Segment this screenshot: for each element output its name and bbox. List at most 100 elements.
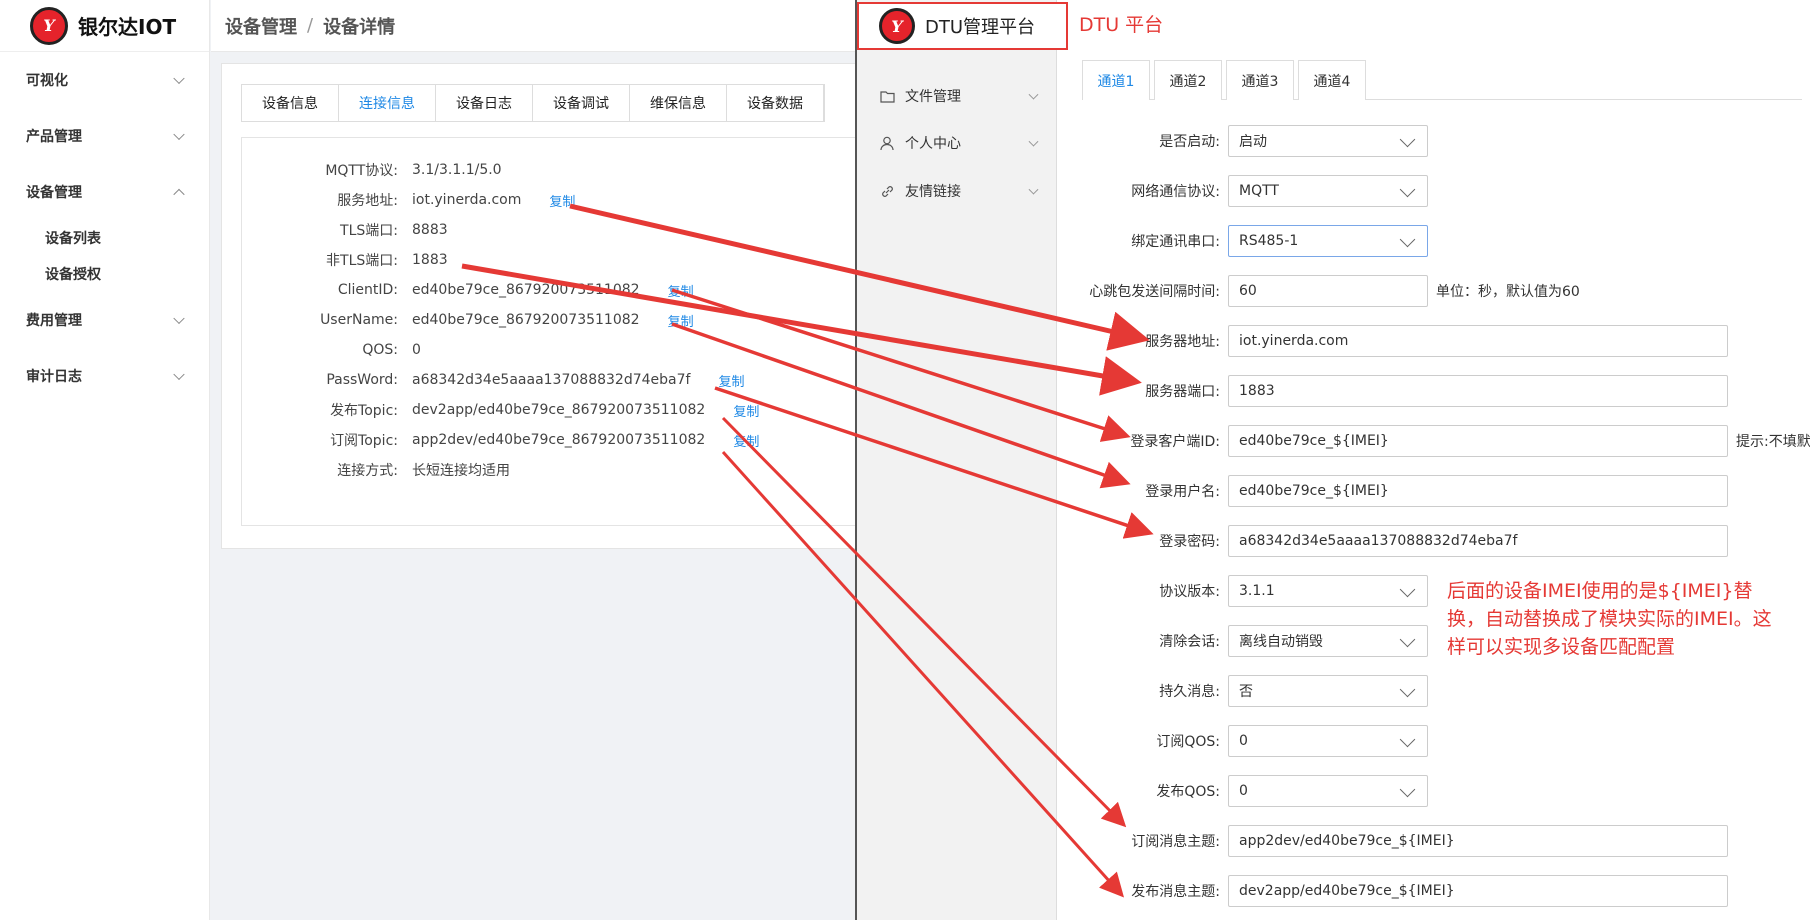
menu-audit-log[interactable]: 审计日志	[0, 348, 209, 404]
info-row-sub-topic: 订阅Topic: app2dev/ed40be79ce_867920073511…	[242, 430, 759, 450]
chevron-down-icon	[1028, 136, 1039, 147]
chevron-down-icon	[1399, 581, 1416, 598]
tab-device-debug[interactable]: 设备调试	[533, 85, 630, 121]
connection-info-panel: MQTT协议: 3.1/3.1.1/5.0 服务地址: iot.yinerda.…	[241, 137, 855, 526]
form-label: 协议版本:	[1159, 584, 1220, 600]
chevron-down-icon	[173, 128, 185, 141]
menu-product-mgmt[interactable]: 产品管理	[0, 108, 209, 164]
tab-connection-info[interactable]: 连接信息	[339, 85, 436, 121]
dtu-annotation-label: DTU 平台	[1079, 14, 1164, 36]
tab-channel-1[interactable]: 通道1	[1082, 60, 1150, 100]
breadcrumb-separator: /	[307, 15, 314, 36]
form-row-enabled: 是否启动: 启动	[1082, 125, 1428, 157]
select-value: 离线自动销毁	[1239, 634, 1323, 650]
select-value: 3.1.1	[1239, 583, 1275, 599]
info-label: ClientID:	[337, 282, 398, 298]
enabled-select[interactable]: 启动	[1228, 125, 1428, 157]
form-label: 订阅消息主题:	[1131, 834, 1220, 850]
info-row-pub-topic: 发布Topic: dev2app/ed40be79ce_867920073511…	[242, 400, 759, 420]
pub-topic-input[interactable]: dev2app/ed40be79ce_${IMEI}	[1228, 875, 1728, 907]
form-label: 登录客户端ID:	[1130, 434, 1220, 450]
info-label: 发布Topic:	[330, 403, 398, 419]
info-value: ed40be79ce_867920073511082	[412, 312, 640, 328]
form-row-client-id: 登录客户端ID: ed40be79ce_${IMEI} 提示:不填默	[1082, 425, 1810, 457]
dtu-logo-box[interactable]: Y DTU管理平台	[857, 2, 1068, 50]
info-value: ed40be79ce_867920073511082	[412, 282, 640, 298]
form-row-protocol: 网络通信协议: MQTT	[1082, 175, 1428, 207]
tab-channel-3[interactable]: 通道3	[1226, 60, 1294, 100]
tab-channel-2[interactable]: 通道2	[1154, 60, 1222, 100]
left-logo[interactable]: Y 银尔达IOT	[0, 0, 209, 52]
info-value: 3.1/3.1.1/5.0	[412, 162, 502, 178]
tab-device-data[interactable]: 设备数据	[727, 85, 824, 121]
tab-maintenance-info[interactable]: 维保信息	[630, 85, 727, 121]
client-id-hint: 提示:不填默	[1736, 434, 1810, 450]
rmenu-label: 个人中心	[905, 136, 961, 152]
copy-clientid-link[interactable]: 复制	[668, 281, 694, 300]
copy-password-link[interactable]: 复制	[718, 371, 744, 390]
channel-tabs: 通道1 通道2 通道3 通道4	[1082, 60, 1802, 100]
pub-qos-select[interactable]: 0	[1228, 775, 1428, 807]
select-value: 启动	[1239, 134, 1267, 150]
info-row-mqtt: MQTT协议: 3.1/3.1.1/5.0	[242, 160, 502, 180]
sub-qos-select[interactable]: 0	[1228, 725, 1428, 757]
retain-select[interactable]: 否	[1228, 675, 1428, 707]
info-row-clientid: ClientID: ed40be79ce_867920073511082 复制	[242, 280, 694, 300]
server-port-input[interactable]: 1883	[1228, 375, 1728, 407]
tab-channel-4[interactable]: 通道4	[1298, 60, 1366, 100]
chevron-down-icon	[1399, 681, 1416, 698]
proto-version-select[interactable]: 3.1.1	[1228, 575, 1428, 607]
submenu-device-list[interactable]: 设备列表	[0, 220, 209, 256]
copy-server-link[interactable]: 复制	[549, 191, 575, 210]
form-label: 登录密码:	[1159, 534, 1220, 550]
info-label: TLS端口:	[340, 223, 398, 239]
copy-pub-topic-link[interactable]: 复制	[733, 401, 759, 420]
rmenu-personal[interactable]: 个人中心	[857, 128, 1057, 158]
heartbeat-input[interactable]: 60	[1228, 275, 1428, 307]
copy-username-link[interactable]: 复制	[668, 311, 694, 330]
info-label: 服务地址:	[337, 193, 398, 209]
rmenu-label: 文件管理	[905, 89, 961, 105]
username-input[interactable]: ed40be79ce_${IMEI}	[1228, 475, 1728, 507]
menu-fee-mgmt[interactable]: 费用管理	[0, 292, 209, 348]
tab-device-log[interactable]: 设备日志	[436, 85, 533, 121]
rmenu-file-mgmt[interactable]: 文件管理	[857, 81, 1057, 111]
select-value: 否	[1239, 684, 1253, 700]
client-id-input[interactable]: ed40be79ce_${IMEI}	[1228, 425, 1728, 457]
menu-label: 可视化	[26, 73, 68, 89]
info-row-password: PassWord: a68342d34e5aaaa137088832d74eba…	[242, 370, 744, 390]
rmenu-label: 友情链接	[905, 184, 961, 200]
yinerda-logo-icon: Y	[30, 6, 68, 45]
clean-session-select[interactable]: 离线自动销毁	[1228, 625, 1428, 657]
form-label: 清除会话:	[1159, 634, 1220, 650]
submenu-device-auth[interactable]: 设备授权	[0, 256, 209, 292]
info-value: iot.yinerda.com	[412, 192, 522, 208]
select-value: RS485-1	[1239, 233, 1299, 249]
info-label: QOS:	[362, 342, 398, 358]
protocol-select[interactable]: MQTT	[1228, 175, 1428, 207]
rmenu-links[interactable]: 友情链接	[857, 176, 1057, 206]
menu-device-mgmt[interactable]: 设备管理	[0, 164, 209, 220]
info-value: 0	[412, 342, 421, 358]
form-label: 网络通信协议:	[1131, 184, 1220, 200]
user-icon	[879, 135, 895, 151]
breadcrumb-parent[interactable]: 设备管理	[225, 13, 297, 39]
menu-label: 费用管理	[26, 313, 82, 329]
server-addr-input[interactable]: iot.yinerda.com	[1228, 325, 1728, 357]
brand-name: 银尔达IOT	[78, 15, 177, 39]
copy-sub-topic-link[interactable]: 复制	[733, 431, 759, 450]
form-label: 是否启动:	[1159, 134, 1220, 150]
form-label: 订阅QOS:	[1156, 734, 1220, 750]
tab-device-info[interactable]: 设备信息	[242, 85, 339, 121]
menu-visualize[interactable]: 可视化	[0, 52, 209, 108]
form-label: 服务器地址:	[1145, 334, 1220, 350]
sub-topic-input[interactable]: app2dev/ed40be79ce_${IMEI}	[1228, 825, 1728, 857]
info-value: app2dev/ed40be79ce_867920073511082	[412, 432, 706, 448]
serial-select[interactable]: RS485-1	[1228, 225, 1428, 257]
form-row-password: 登录密码: a68342d34e5aaaa137088832d74eba7f	[1082, 525, 1728, 557]
imei-explanation-note: 后面的设备IMEI使用的是${IMEI}替换，自动替换成了模块实际的IMEI。这…	[1447, 580, 1772, 658]
password-input[interactable]: a68342d34e5aaaa137088832d74eba7f	[1228, 525, 1728, 557]
breadcrumb-current: 设备详情	[323, 16, 396, 38]
select-value: 0	[1239, 783, 1248, 799]
form-row-serial: 绑定通讯串口: RS485-1	[1082, 225, 1428, 257]
